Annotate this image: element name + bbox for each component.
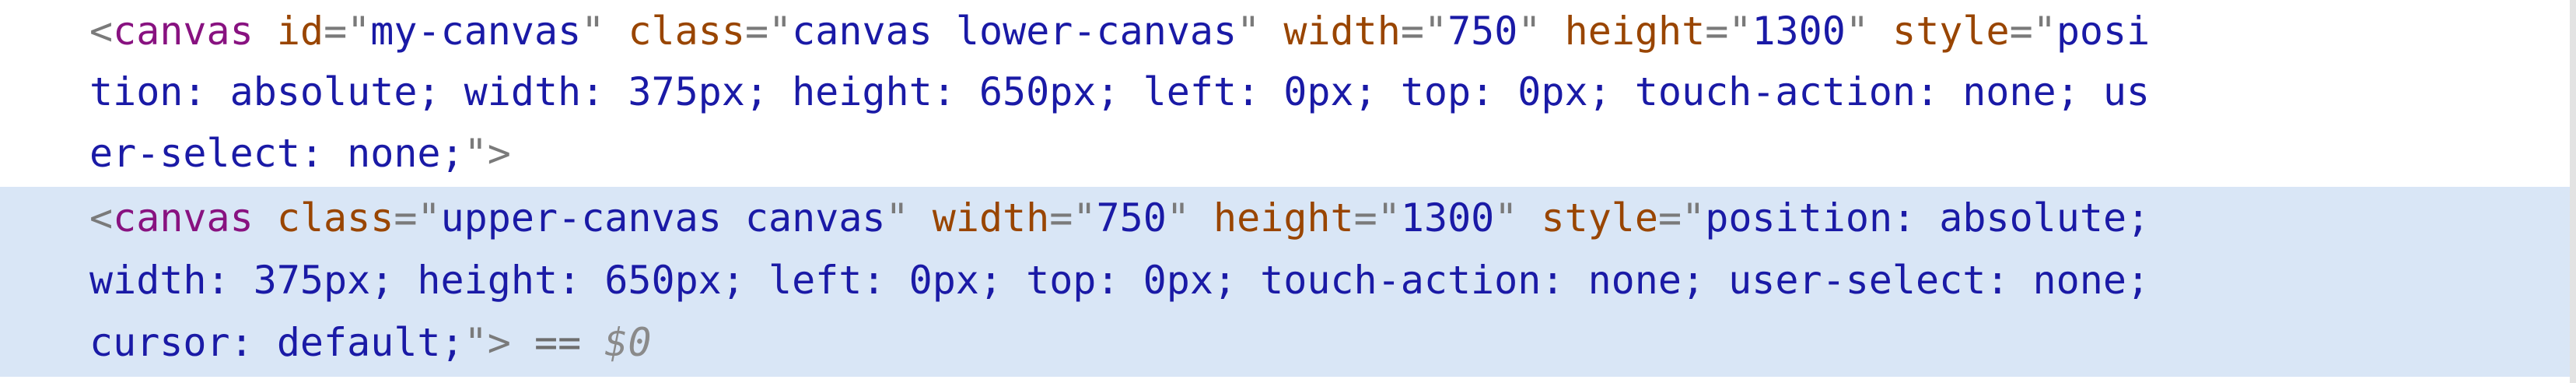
punctuation-token: ": [1237, 9, 1261, 54]
attribute-name-token: class: [276, 195, 394, 241]
attribute-name-token: style: [1541, 195, 1659, 241]
attribute-value-token[interactable]: cursor: default;: [89, 320, 464, 365]
punctuation-token: =": [1705, 9, 1752, 54]
punctuation-token: ": [885, 195, 909, 241]
code-line: <canvas id="my-canvas" class="canvas low…: [89, 0, 2150, 62]
punctuation-token: <: [89, 195, 114, 241]
tag-name-token: canvas: [113, 9, 254, 54]
code-line: tion: absolute; width: 375px; height: 65…: [89, 61, 2150, 123]
attribute-value-token[interactable]: posi: [2056, 9, 2150, 54]
vertical-scrollbar[interactable]: [2570, 0, 2576, 383]
selected-reference-token: ==: [510, 320, 605, 365]
console-variable-token: $0: [604, 320, 652, 365]
elements-panel: <canvas id="my-canvas" class="canvas low…: [0, 0, 2576, 383]
punctuation-token: ": [1166, 195, 1190, 241]
attribute-value-token[interactable]: 750: [1447, 9, 1517, 54]
code-line: cursor: default;"> == $0: [89, 311, 652, 374]
attribute-value-token[interactable]: tion: absolute; width: 375px; height: 65…: [89, 69, 2150, 114]
punctuation-token: =": [1353, 195, 1401, 241]
tag-name-token: canvas: [113, 195, 254, 241]
punctuation-token: ">: [464, 320, 511, 365]
attribute-name-token: class: [628, 9, 745, 54]
punctuation-token: =": [324, 9, 371, 54]
attribute-value-token[interactable]: upper-canvas canvas: [441, 195, 886, 241]
attribute-value-token[interactable]: my-canvas: [370, 9, 581, 54]
code-line: width: 375px; height: 650px; left: 0px; …: [89, 249, 2150, 311]
attribute-value-token[interactable]: position: absolute;: [1705, 195, 2150, 241]
attribute-name-token: style: [1892, 9, 2010, 54]
punctuation-token: ": [1517, 9, 1542, 54]
punctuation-token: ": [1845, 9, 1869, 54]
code-line: er-select: none;">: [89, 122, 511, 184]
punctuation-token: =": [1400, 9, 1448, 54]
attribute-name-token: width: [1283, 9, 1401, 54]
attribute-value-token[interactable]: width: 375px; height: 650px; left: 0px; …: [89, 258, 2150, 303]
punctuation-token: =": [744, 9, 793, 54]
punctuation-token: =": [1049, 195, 1097, 241]
attribute-name-token: width: [932, 195, 1050, 241]
punctuation-token: <: [89, 9, 114, 54]
punctuation-token: ">: [464, 131, 511, 176]
punctuation-token: ": [1494, 195, 1518, 241]
attribute-value-token[interactable]: er-select: none;: [89, 131, 464, 176]
punctuation-token: =": [1658, 195, 1706, 241]
attribute-value-token[interactable]: 1300: [1401, 195, 1494, 241]
punctuation-token: =": [2009, 9, 2056, 54]
attribute-name-token: id: [276, 9, 324, 54]
punctuation-token: ": [581, 9, 605, 54]
attribute-value-token[interactable]: 750: [1096, 195, 1166, 241]
code-line: <canvas class="upper-canvas canvas" widt…: [89, 187, 2150, 249]
attribute-value-token[interactable]: canvas lower-canvas: [792, 9, 1237, 54]
attribute-name-token: height: [1564, 9, 1706, 54]
attribute-value-token[interactable]: 1300: [1752, 9, 1845, 54]
punctuation-token: =": [394, 195, 441, 241]
attribute-name-token: height: [1213, 195, 1354, 241]
